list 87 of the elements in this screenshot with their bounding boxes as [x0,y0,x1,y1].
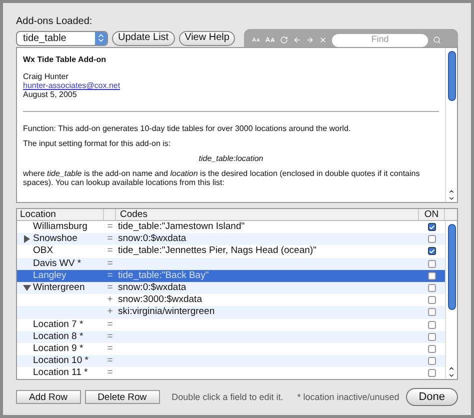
operator-cell-text: = [106,282,114,294]
scroll-up-icon[interactable] [448,365,455,372]
location-cell: Williamsburg [33,221,88,234]
location-cell: Snowshoe [33,233,78,246]
operator-cell-text: = [106,270,114,282]
table-row[interactable]: Location 8 * = [17,330,445,343]
back-icon[interactable] [293,36,301,44]
column-header[interactable]: ON [419,209,445,220]
operator-cell-text: = [106,233,114,246]
checkbox[interactable] [428,284,436,292]
close-icon[interactable] [319,36,327,44]
operator-cell-text: = [106,245,114,258]
scroll-down-icon[interactable] [448,372,455,380]
location-cell: Langley [33,270,66,282]
scroll-down-icon[interactable] [448,195,455,202]
scroll-thumb[interactable] [448,224,456,310]
addon-select[interactable]: tide_table [16,30,108,46]
footnote: * location inactive/unused [297,390,400,404]
checkbox[interactable] [428,308,436,316]
table-row[interactable]: Wintergreen = snow:0:$wxdata [17,282,445,294]
location-cell: Wintergreen [33,282,85,294]
code-cell: snow:0:$wxdata [118,282,186,294]
operator-cell-text: + [106,306,114,318]
paragraph: Function: This add-on generates 10-day tide tables for over 3000 locations around the world. [23,124,352,133]
toolbar-button[interactable]: View Help [178,30,236,46]
addons-label: Add-ons Loaded: [16,15,94,29]
scroll-up-icon[interactable] [448,188,455,195]
checkbox[interactable] [428,369,436,378]
select-arrows-icon [95,32,107,44]
location-cell: Location 7 * [33,318,84,331]
operator-cell-text: = [106,342,114,355]
done-button[interactable]: Done [406,388,458,406]
disclosure-triangle-icon[interactable] [23,284,33,292]
operator-cell-text: = [106,355,114,368]
checkbox[interactable] [428,320,436,329]
search-icon[interactable] [433,36,441,44]
operator-cell-text: = [106,318,114,331]
column-header[interactable]: Location [17,209,104,220]
checkbox[interactable] [428,357,436,366]
location-cell: Location 11 * [33,367,88,380]
smaller-text-icon[interactable] [252,36,260,44]
checkbox[interactable] [428,272,436,280]
find-field[interactable]: Find [332,34,428,46]
code-cell: tide_table:"Jennettes Pier, Nags Head (ocean)" [118,245,316,256]
paragraph: where tide_table is the add-on name and location is the desired location (enclosed in double quotes if it contains spaces). You can lookup available locations from this list: [23,169,421,187]
location-cell: Location 10 * [33,355,88,368]
operator-cell-text: = [106,258,114,270]
checkbox[interactable] [428,344,436,353]
forward-icon[interactable] [306,36,314,44]
table-row[interactable]: Snowshoe = snow:0:$wxdata [17,233,445,246]
table-row[interactable]: Langley = tide_table:"Back Bay" [17,270,445,282]
document-title: Wx Tide Table Add-on [23,55,107,64]
table-row[interactable]: Davis WV * = [17,258,445,270]
checkbox[interactable] [428,223,436,232]
operator-cell-text: = [106,330,114,343]
scroll-thumb[interactable] [448,51,456,101]
larger-text-icon[interactable] [265,35,275,45]
location-cell: Location 8 * [33,330,84,343]
code-cell: ski:virginia/wintergreen [118,306,215,318]
toolbar-button[interactable]: Update List [112,30,175,46]
author-name: Craig Hunter [23,72,70,81]
checkbox[interactable] [428,296,436,304]
operator-cell-text: + [106,294,114,306]
table-row[interactable]: Location 10 * = [17,355,445,368]
code-cell: tide_table:"Back Bay" [118,270,209,281]
checkbox[interactable] [428,247,436,256]
syntax-example: tide_table:location [198,154,264,163]
operator-cell-text: = [106,367,114,380]
refresh-icon[interactable] [280,36,288,44]
table-button[interactable]: Add Row [16,390,81,404]
code-cell: tide_table:"Jamestown Island" [118,221,245,232]
checkbox[interactable] [428,235,436,244]
table-button[interactable]: Delete Row [84,390,160,404]
code-cell: snow:3000:$wxdata [118,294,202,306]
column-header[interactable]: Codes [116,209,419,220]
document-date: August 5, 2005 [23,90,78,99]
code-cell: snow:0:$wxdata [118,233,186,244]
email-link[interactable]: hunter-associates@cox.net [23,81,120,90]
location-cell: Location 9 * [33,342,84,355]
checkbox[interactable] [428,260,436,268]
edit-hint: Double click a field to edit it. [172,390,284,404]
checkbox[interactable] [428,332,436,341]
location-cell: Davis WV * [33,258,82,270]
table-row[interactable]: + ski:virginia/wintergreen [17,306,445,318]
operator-cell-text: = [106,221,114,234]
paragraph: The input setting format for this add-on is: [23,139,172,148]
location-cell: OBX [33,245,54,258]
